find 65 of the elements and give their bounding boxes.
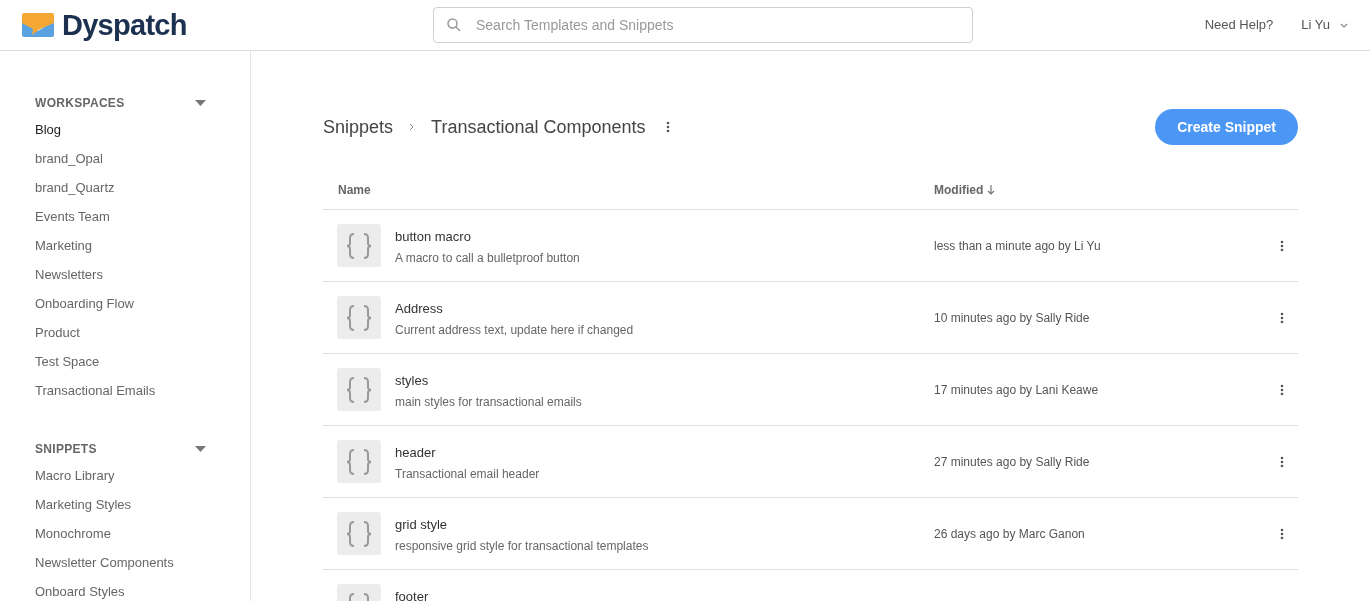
snippet-description: Transactional email header xyxy=(395,466,541,483)
sidebar-item[interactable]: Newsletters xyxy=(35,260,206,289)
column-header: Name xyxy=(337,181,372,199)
sidebar-item[interactable]: Newsletter Components xyxy=(35,548,206,577)
sidebar-item[interactable]: Blog xyxy=(35,115,206,144)
chevron-right-icon xyxy=(409,123,416,131)
row-menu-icon[interactable] xyxy=(1280,527,1284,540)
help-link[interactable]: Need Help? xyxy=(1204,15,1274,35)
snippet-name: styles xyxy=(395,374,430,387)
snippet-name: header xyxy=(395,446,437,459)
column-header[interactable]: Modified xyxy=(934,180,996,199)
row-menu-icon[interactable] xyxy=(1280,455,1284,468)
more-options-icon[interactable] xyxy=(665,121,670,133)
snippet-description: main styles for transactional emails xyxy=(395,394,583,411)
snippet-icon xyxy=(337,440,381,483)
sidebar-item[interactable]: Onboarding Flow xyxy=(35,289,206,318)
table-row[interactable]: grid style responsive grid style for transactional templates 26 days ago by Marc Ganon xyxy=(323,498,1298,570)
row-menu-icon[interactable] xyxy=(1280,311,1284,324)
sidebar-item[interactable]: Transactional Emails xyxy=(35,376,206,405)
table-row[interactable]: Address Current address text, update here if changed 10 minutes ago by Sally Ride xyxy=(323,282,1298,354)
breadcrumb-link[interactable]: Snippets xyxy=(323,113,394,141)
row-menu-icon[interactable] xyxy=(1280,383,1284,396)
caret-icon[interactable] xyxy=(195,446,206,452)
modified-text: less than a minute ago by Li Yu xyxy=(934,237,1101,255)
table-row[interactable]: footer xyxy=(323,570,1298,601)
caret-icon[interactable] xyxy=(195,100,206,106)
breadcrumb-link[interactable]: Transactional Components xyxy=(431,113,646,141)
snippet-name: footer xyxy=(395,590,430,601)
arrow-down-icon xyxy=(987,184,996,195)
snippet-icon xyxy=(337,296,381,339)
modified-text: 10 minutes ago by Sally Ride xyxy=(934,309,1090,327)
sidebar-item[interactable]: Marketing xyxy=(35,231,206,260)
modified-text: 27 minutes ago by Sally Ride xyxy=(934,453,1090,471)
row-menu-icon[interactable] xyxy=(1280,239,1284,252)
snippet-name: grid style xyxy=(395,518,449,531)
snippet-icon xyxy=(337,368,381,411)
sidebar-item[interactable]: brand_Opal xyxy=(35,144,206,173)
search-field[interactable]: Search Templates and Snippets xyxy=(433,7,973,43)
snippet-description: Current address text, update here if changed xyxy=(395,322,635,339)
modified-text: 17 minutes ago by Lani Keawe xyxy=(934,381,1099,399)
sidebar-item[interactable]: Macro Library xyxy=(35,461,206,490)
envelope-logo-icon xyxy=(22,13,54,37)
sidebar-item[interactable]: Product xyxy=(35,318,206,347)
table-row[interactable]: button macro A macro to call a bulletproof button less than a minute ago by Li Yu xyxy=(323,210,1298,282)
sidebar-item[interactable]: Marketing Styles xyxy=(35,490,206,519)
section-heading: WORKSPACES xyxy=(35,95,125,112)
snippet-name: Address xyxy=(395,302,444,315)
sidebar-item[interactable]: Events Team xyxy=(35,202,206,231)
snippet-icon xyxy=(337,224,381,267)
snippet-description: responsive grid style for transactional templates xyxy=(395,538,650,555)
logo-text: Dyspatch xyxy=(62,10,187,40)
snippet-name: button macro xyxy=(395,230,472,243)
search-icon xyxy=(447,18,461,32)
chevron-down-icon xyxy=(1340,22,1348,28)
sidebar-item[interactable]: Onboard Styles xyxy=(35,577,206,601)
sidebar-item[interactable]: Monochrome xyxy=(35,519,206,548)
modified-text: 26 days ago by Marc Ganon xyxy=(934,525,1085,543)
section-heading: SNIPPETS xyxy=(35,441,97,458)
sidebar-item[interactable]: brand_Quartz xyxy=(35,173,206,202)
table-row[interactable]: header Transactional email header 27 minutes ago by Sally Ride xyxy=(323,426,1298,498)
snippet-description: A macro to call a bulletproof button xyxy=(395,250,581,267)
sidebar-item[interactable]: Test Space xyxy=(35,347,206,376)
table-row[interactable]: styles main styles for transactional emails 17 minutes ago by Lani Keawe xyxy=(323,354,1298,426)
user-menu[interactable]: Li Yu xyxy=(1301,15,1348,35)
snippet-icon xyxy=(337,512,381,555)
